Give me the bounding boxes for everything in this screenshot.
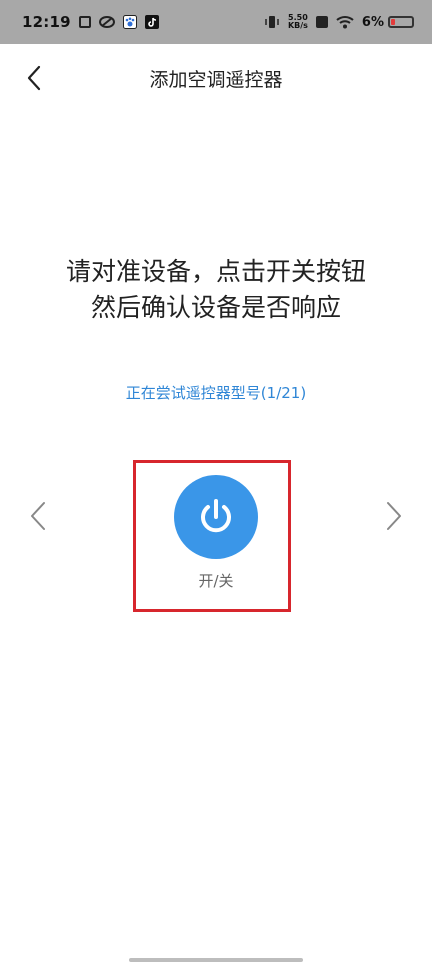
battery-percent: 6% (361, 14, 384, 30)
notification-paw-icon (122, 15, 137, 29)
power-button-label: 开/关 (198, 572, 234, 590)
notification-app-icon (78, 16, 91, 28)
previous-model-button[interactable] (20, 496, 56, 536)
notification-link-icon (98, 15, 115, 29)
chevron-right-icon (387, 502, 401, 530)
network-speed-unit: KB/s (287, 21, 308, 30)
battery-icon (388, 16, 414, 28)
chevron-left-icon (31, 502, 45, 530)
status-bar-left: 12:19 (22, 13, 159, 31)
wifi-icon (336, 15, 354, 29)
instruction-text: 请对准设备，点击开关按钮 然后确认设备是否响应 (0, 254, 432, 326)
status-bar-right: 5.50 KB/s 6% (264, 14, 414, 30)
page-title: 添加空调遥控器 (149, 68, 283, 91)
instruction-line-2: 然后确认设备是否响应 (90, 293, 341, 322)
next-model-button[interactable] (376, 496, 412, 536)
battery: 6% (362, 15, 414, 30)
power-icon (201, 499, 231, 533)
instruction-line-1: 请对准设备，点击开关按钮 (65, 257, 366, 286)
app-header: 添加空调遥控器 (0, 44, 432, 112)
model-trial-status: 正在尝试遥控器型号(1/21) (125, 384, 307, 402)
vibrate-icon (264, 15, 280, 29)
status-bar: 12:19 5.50 KB/s 6% (0, 0, 432, 44)
power-button[interactable] (174, 475, 258, 559)
notification-tiktok-icon (144, 15, 159, 29)
chevron-left-icon (27, 65, 41, 91)
network-speed: 5.50 KB/s (288, 14, 308, 30)
back-button[interactable] (16, 60, 52, 96)
clock: 12:19 (22, 13, 71, 31)
home-indicator[interactable] (129, 958, 303, 962)
no-sim-icon (315, 16, 328, 28)
